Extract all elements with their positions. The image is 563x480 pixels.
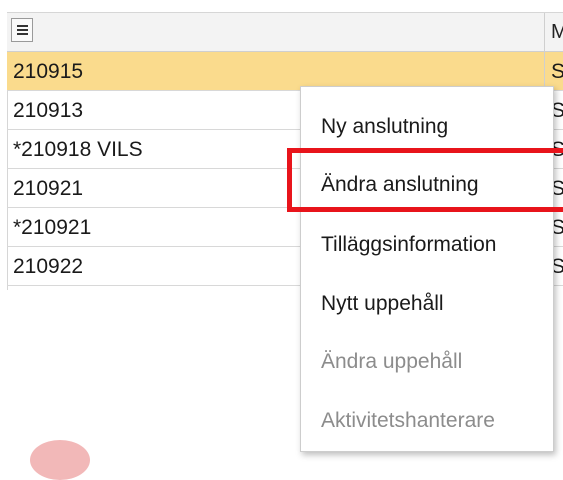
row-id: 210915	[13, 60, 84, 83]
column-menu-button[interactable]	[11, 18, 33, 42]
menu-item-andra-uppehall: Ändra uppehåll	[321, 350, 463, 373]
grid-header: M	[7, 12, 563, 52]
background-decoration	[30, 440, 90, 480]
row-id: *210918 VILS	[13, 138, 143, 161]
row-id: 210922	[13, 255, 84, 278]
menu-item-nytt-uppehall[interactable]: Nytt uppehåll	[321, 292, 444, 316]
row-id: *210921	[13, 216, 92, 239]
row-id: 210921	[13, 177, 84, 200]
highlight-annotation	[287, 148, 563, 212]
context-menu: Ny anslutning Ändra anslutning Tilläggsi…	[300, 86, 554, 452]
menu-item-aktivitetshanterare: Aktivitetshanterare	[321, 409, 495, 432]
menu-item-tillaggsinformation[interactable]: Tilläggsinformation	[321, 233, 496, 257]
menu-item-ny-anslutning[interactable]: Ny anslutning	[321, 115, 448, 139]
row-id: 210913	[13, 99, 84, 122]
hamburger-icon	[16, 24, 28, 36]
column-header-2[interactable]: M	[544, 13, 563, 51]
